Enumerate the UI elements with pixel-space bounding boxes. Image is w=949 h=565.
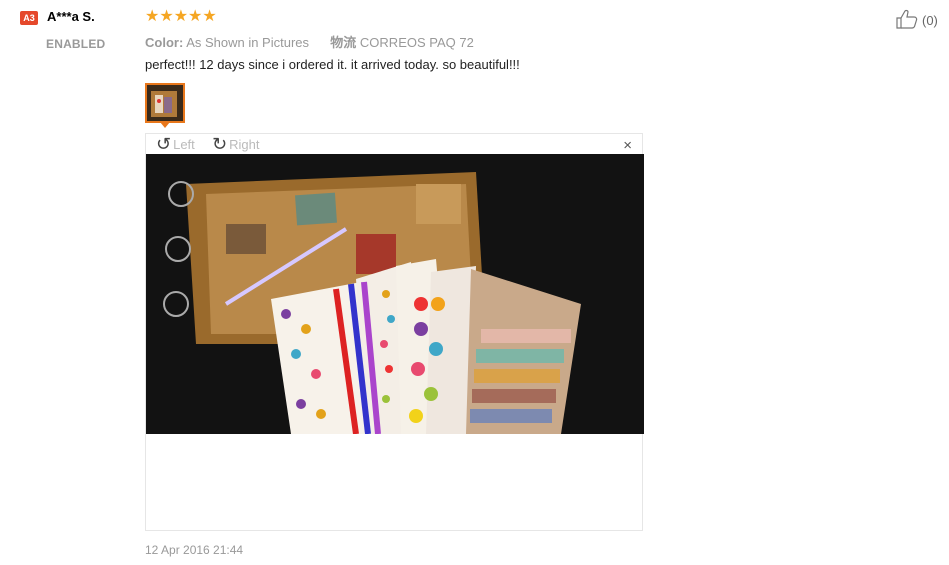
helpful-count: (0) (922, 13, 938, 28)
review-text: perfect!!! 12 days since i ordered it. i… (145, 57, 520, 72)
color-label: Color: (145, 35, 184, 50)
shipping-value: CORREOS PAQ 72 (359, 35, 474, 50)
star-rating: ★★★★★ (145, 8, 217, 25)
helpful-button[interactable]: (0) (896, 9, 938, 32)
rotate-left-icon: ↺ (156, 134, 172, 154)
rotate-right-label: Right (229, 136, 260, 152)
rotate-left-button[interactable]: ↺ Left (156, 134, 195, 154)
thumbs-up-icon (896, 9, 918, 32)
reviewer-status: ENABLED (46, 37, 106, 51)
rotate-right-button[interactable]: ↻ Right (212, 134, 260, 154)
review-date: 12 Apr 2016 21:44 (145, 543, 244, 557)
review-photo-thumbnail[interactable] (145, 83, 185, 123)
reviewer-level-badge: A3 (20, 11, 38, 25)
photo-viewer: ↺ Left ↻ Right × (145, 133, 644, 531)
thumbnail-pointer (160, 122, 170, 128)
close-viewer-button[interactable]: × (623, 137, 632, 154)
rotate-left-label: Left (173, 136, 195, 152)
shipping-label: 物流 (330, 35, 357, 50)
order-meta: Color: As Shown in Pictures 物流 CORREOS P… (145, 32, 474, 51)
rotate-right-icon: ↻ (212, 134, 228, 154)
color-value: As Shown in Pictures (186, 35, 310, 50)
reviewer-name: A***a S. (47, 9, 95, 24)
review-photo-large (146, 154, 644, 435)
